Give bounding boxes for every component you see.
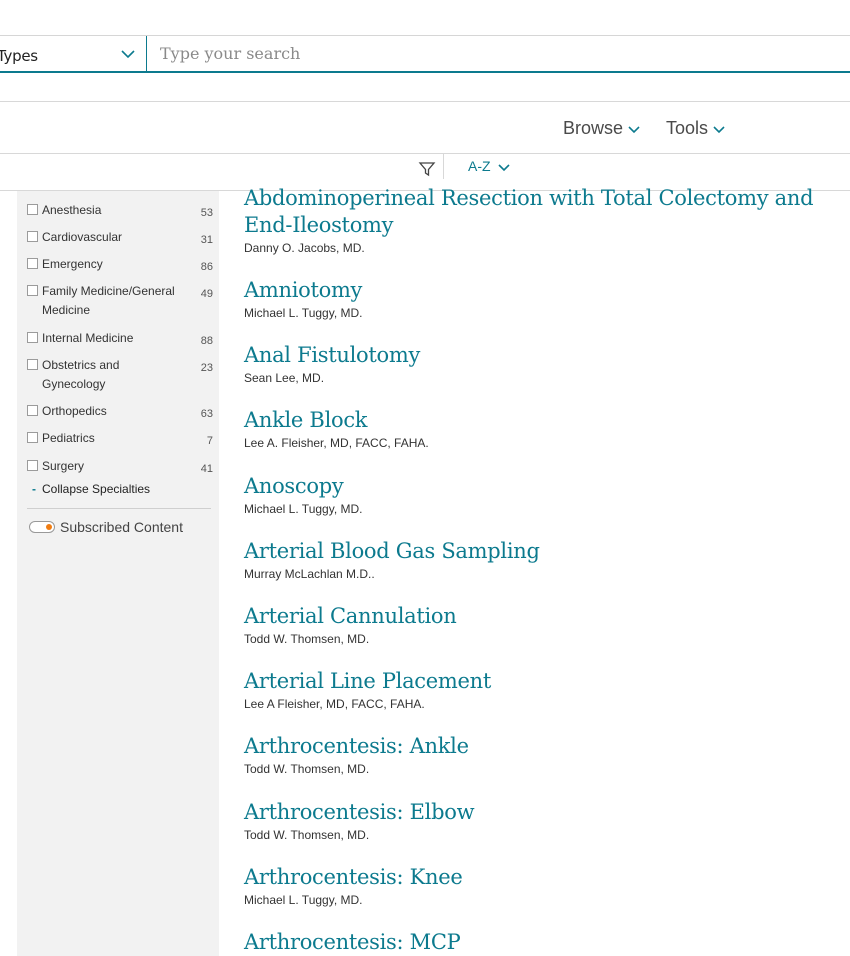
result-title[interactable]: Arthrocentesis: Ankle [244, 733, 844, 760]
header-divider [0, 101, 850, 102]
subscribed-content-label: Subscribed Content [60, 519, 183, 535]
content-types-select[interactable]: Types [0, 36, 147, 71]
specialty-count: 7 [206, 435, 213, 447]
specialty-count: 53 [200, 207, 213, 219]
specialty-count: 88 [200, 335, 213, 347]
result-item: Arthrocentesis: MCP [244, 929, 844, 956]
result-title[interactable]: Arthrocentesis: Knee [244, 864, 844, 891]
chevron-down-icon [628, 125, 640, 133]
specialty-label: Anesthesia [42, 203, 102, 217]
content-types-label: Types [0, 47, 38, 65]
sort-dropdown[interactable]: A-Z [468, 158, 511, 174]
specialty-count: 31 [200, 234, 213, 246]
result-item: Arthrocentesis: Ankle Todd W. Thomsen, M… [244, 733, 844, 776]
specialty-count: 86 [200, 261, 213, 273]
checkbox[interactable] [27, 359, 38, 370]
checkbox[interactable] [27, 231, 38, 242]
specialty-count: 41 [200, 463, 213, 475]
result-author: Sean Lee, MD. [244, 371, 325, 385]
checkbox[interactable] [27, 460, 38, 471]
result-item: Arterial Cannulation Todd W. Thomsen, MD… [244, 603, 844, 646]
specialty-label: Surgery [42, 459, 85, 473]
result-item: Abdominoperineal Resection with Total Co… [244, 185, 844, 255]
result-author: Todd W. Thomsen, MD. [244, 632, 370, 646]
specialty-label: Cardiovascular [42, 230, 123, 244]
checkbox[interactable] [27, 204, 38, 215]
specialty-label: Pediatrics [42, 431, 95, 445]
result-author: Michael L. Tuggy, MD. [244, 893, 363, 907]
filter-separator [443, 153, 444, 179]
result-title[interactable]: Anoscopy [244, 473, 844, 500]
result-item: Anal Fistulotomy Sean Lee, MD. [244, 342, 844, 385]
minus-icon: - [32, 482, 36, 496]
result-item: Arthrocentesis: Elbow Todd W. Thomsen, M… [244, 799, 844, 842]
result-item: Anoscopy Michael L. Tuggy, MD. [244, 473, 844, 516]
result-title[interactable]: Arterial Blood Gas Sampling [244, 538, 844, 565]
result-title[interactable]: Anal Fistulotomy [244, 342, 844, 369]
specialty-count: 23 [200, 362, 213, 374]
browse-label: Browse [563, 118, 624, 138]
specialty-label: Obstetrics and Gynecology [42, 358, 120, 391]
checkbox[interactable] [27, 285, 38, 296]
result-title[interactable]: Amniotomy [244, 277, 844, 304]
result-author: Murray McLachlan M.D.. [244, 567, 375, 581]
specialty-label: Internal Medicine [42, 331, 134, 345]
result-title[interactable]: Abdominoperineal Resection with Total Co… [244, 185, 844, 239]
browse-menu[interactable]: Browse [563, 118, 641, 139]
result-author: Lee A Fleisher, MD, FACC, FAHA. [244, 697, 425, 711]
toggle-knob [46, 524, 52, 530]
result-title[interactable]: Arthrocentesis: MCP [244, 929, 844, 956]
sidebar: Anesthesia 53 Cardiovascular 31 Emergenc… [17, 191, 219, 956]
specialty-label: Family Medicine/General Medicine [42, 284, 175, 317]
checkbox[interactable] [27, 258, 38, 269]
chevron-down-icon [121, 50, 135, 59]
specialty-label: Orthopedics [42, 404, 107, 418]
sort-label: A-Z [468, 158, 491, 174]
result-author: Michael L. Tuggy, MD. [244, 306, 363, 320]
result-item: Arterial Line Placement Lee A Fleisher, … [244, 668, 844, 711]
result-author: Danny O. Jacobs, MD. [244, 241, 365, 255]
specialty-count: 49 [200, 288, 213, 300]
filter-icon[interactable] [418, 160, 436, 178]
toggle-switch[interactable] [29, 521, 55, 533]
checkbox[interactable] [27, 405, 38, 416]
result-author: Todd W. Thomsen, MD. [244, 762, 370, 776]
subscribed-content-toggle-row[interactable]: Subscribed Content [29, 519, 183, 535]
result-item: Amniotomy Michael L. Tuggy, MD. [244, 277, 844, 320]
result-title[interactable]: Arterial Line Placement [244, 668, 844, 695]
chevron-down-icon [713, 125, 725, 133]
search-input[interactable] [148, 36, 850, 71]
collapse-specialties-label: Collapse Specialties [42, 482, 151, 496]
result-title[interactable]: Arthrocentesis: Elbow [244, 799, 844, 826]
filter-top-divider [0, 153, 850, 154]
sidebar-divider [27, 508, 211, 509]
result-item: Arthrocentesis: Knee Michael L. Tuggy, M… [244, 864, 844, 907]
result-author: Todd W. Thomsen, MD. [244, 828, 370, 842]
search-bar: Types [0, 35, 850, 73]
specialty-label: Emergency [42, 257, 103, 271]
tools-label: Tools [666, 118, 709, 138]
tools-menu[interactable]: Tools [666, 118, 726, 139]
specialty-count: 63 [200, 408, 213, 420]
checkbox[interactable] [27, 332, 38, 343]
result-author: Michael L. Tuggy, MD. [244, 502, 363, 516]
result-title[interactable]: Arterial Cannulation [244, 603, 844, 630]
result-title[interactable]: Ankle Block [244, 407, 844, 434]
chevron-down-icon [497, 164, 510, 172]
result-item: Arterial Blood Gas Sampling Murray McLac… [244, 538, 844, 581]
result-author: Lee A. Fleisher, MD, FACC, FAHA. [244, 436, 429, 450]
result-item: Ankle Block Lee A. Fleisher, MD, FACC, F… [244, 407, 844, 450]
checkbox[interactable] [27, 432, 38, 443]
collapse-specialties-link[interactable]: - Collapse Specialties [32, 482, 150, 496]
